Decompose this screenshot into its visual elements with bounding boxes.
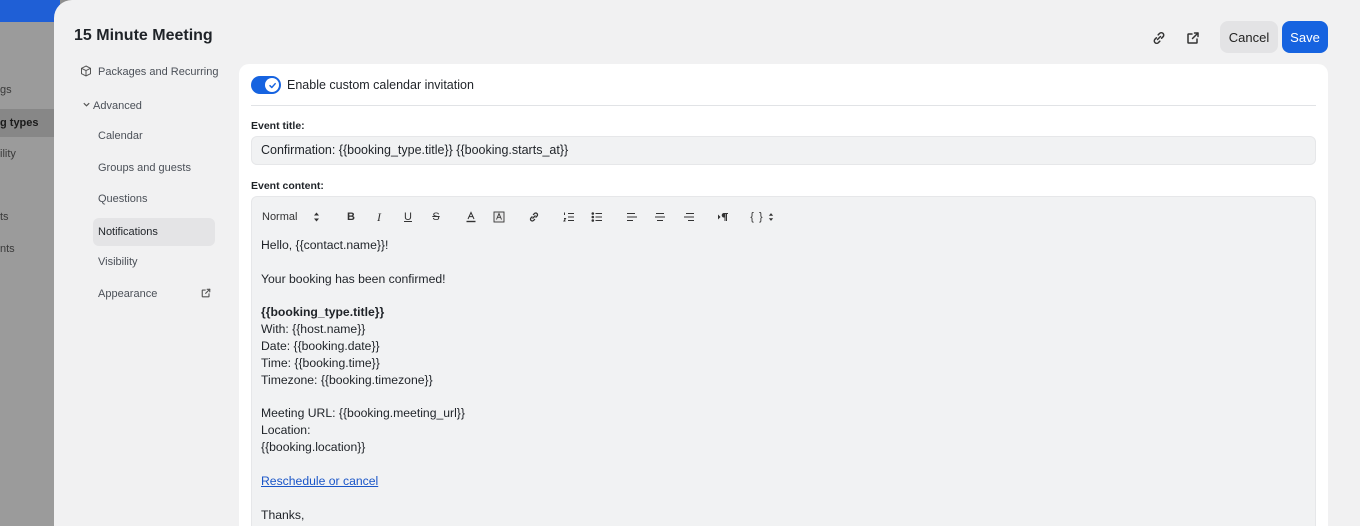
text-style-select[interactable]: Normal	[262, 209, 330, 225]
event-content-editor[interactable]: Normal B I U S {} Hello, {{contact.name…	[251, 196, 1316, 526]
app-sidebar-item[interactable]: gs	[0, 84, 60, 96]
nav-item-questions[interactable]: Questions	[98, 193, 148, 205]
text-direction-icon[interactable]	[715, 209, 731, 225]
nav-item-groups-and-guests[interactable]: Groups and guests	[98, 162, 191, 174]
event-title-label: Event title:	[251, 120, 305, 132]
nav-item-calendar[interactable]: Calendar	[98, 130, 143, 142]
event-content-label: Event content:	[251, 180, 324, 192]
text-style-value: Normal	[262, 211, 298, 223]
chevron-down-icon	[82, 100, 91, 112]
editor-line: Reschedule or cancel	[261, 473, 465, 490]
editor-body[interactable]: Hello, {{contact.name}}! Your booking ha…	[261, 237, 465, 523]
align-left-icon[interactable]	[624, 209, 640, 225]
event-title-input[interactable]: Confirmation: {{booking_type.title}} {{b…	[251, 136, 1316, 165]
nav-item-advanced[interactable]: Advanced	[82, 98, 142, 114]
modal-header: 15 Minute Meeting Cancel Save	[62, 8, 1340, 64]
cancel-button[interactable]: Cancel	[1220, 21, 1278, 53]
bold-button[interactable]: B	[344, 209, 358, 225]
check-icon	[268, 82, 276, 88]
insert-variable-button[interactable]: { }	[749, 209, 775, 225]
reschedule-link[interactable]: Reschedule or cancel	[261, 474, 378, 488]
editor-line: Thanks,	[261, 507, 305, 522]
editor-line: Hello, {{contact.name}}!	[261, 238, 389, 252]
package-icon	[80, 64, 92, 80]
edit-booking-type-modal: 15 Minute Meeting Cancel Save Packages a…	[54, 0, 1360, 526]
nav-item-appearance[interactable]: Appearance	[98, 288, 212, 300]
divider	[251, 105, 1316, 106]
strikethrough-button[interactable]: S	[429, 209, 443, 225]
custom-invitation-toggle[interactable]	[251, 76, 281, 94]
editor-line: Meeting URL: {{booking.meeting_url}}	[261, 406, 465, 421]
app-sidebar-item[interactable]: ility	[0, 148, 60, 160]
editor-toolbar: Normal B I U S {}	[252, 197, 1315, 235]
app-sidebar-item[interactable]: nts	[0, 243, 60, 255]
editor-line: Time: {{booking.time}}	[261, 355, 380, 370]
variable-label: { }	[750, 211, 764, 223]
app-sidebar-item[interactable]: ts	[0, 211, 60, 223]
toggle-knob	[265, 78, 279, 92]
nav-item-notifications[interactable]: Notifications	[93, 218, 215, 246]
editor-line: Timezone: {{booking.timezone}}	[261, 372, 433, 387]
underline-button[interactable]: U	[401, 209, 415, 225]
external-link-icon	[200, 287, 212, 302]
nav-item-label: Packages and Recurring	[98, 66, 219, 78]
external-link-icon[interactable]	[1179, 24, 1207, 52]
select-arrows-icon	[314, 212, 320, 222]
nav-item-label: Appearance	[98, 288, 158, 300]
page-title: 15 Minute Meeting	[74, 27, 213, 44]
link-icon[interactable]	[526, 209, 542, 225]
editor-line: {{booking.location}}	[261, 440, 366, 455]
editor-line: Location:	[261, 423, 311, 438]
editor-line: With: {{host.name}}	[261, 322, 366, 337]
select-arrows-icon	[768, 213, 773, 221]
notification-settings-card: Enable custom calendar invitation Event …	[239, 64, 1328, 526]
editor-line: Your booking has been confirmed!	[261, 271, 446, 286]
app-sidebar: gs g types ility ts nts	[0, 22, 60, 526]
toggle-label: Enable custom calendar invitation	[287, 78, 474, 92]
editor-line: {{booking_type.title}}	[261, 305, 385, 320]
bullet-list-icon[interactable]	[589, 209, 605, 225]
app-topbar	[0, 0, 60, 22]
editor-line: Date: {{booking.date}}	[261, 339, 380, 354]
align-right-icon[interactable]	[681, 209, 697, 225]
ordered-list-icon[interactable]	[561, 209, 577, 225]
nav-item-label: Advanced	[93, 100, 142, 112]
nav-item-visibility[interactable]: Visibility	[98, 256, 138, 268]
italic-button[interactable]: I	[372, 209, 386, 225]
modal-panel: 15 Minute Meeting Cancel Save Packages a…	[62, 8, 1340, 526]
highlight-color-icon[interactable]	[491, 209, 507, 225]
app-sidebar-item-booking-types[interactable]: g types	[0, 109, 60, 137]
save-button[interactable]: Save	[1282, 21, 1328, 53]
align-center-icon[interactable]	[652, 209, 668, 225]
text-color-icon[interactable]	[463, 209, 479, 225]
link-icon[interactable]	[1145, 24, 1173, 52]
nav-item-packages[interactable]: Packages and Recurring	[80, 64, 218, 80]
